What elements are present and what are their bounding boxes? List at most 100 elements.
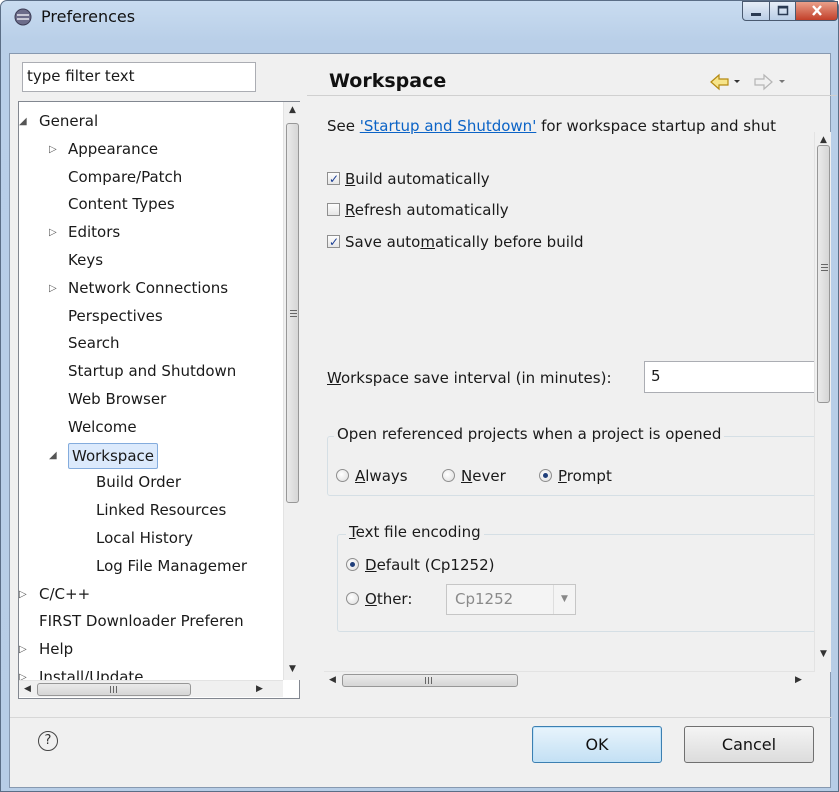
label-rest: ext file encoding (355, 523, 481, 541)
close-button[interactable] (796, 1, 838, 21)
label-mnemonic: O (365, 590, 377, 608)
label-rest: rompt (566, 467, 612, 485)
radio-prompt[interactable]: Prompt (539, 466, 612, 486)
dialog-client-area: type filter text ◢ General ▷ Appearance Comp… (9, 53, 837, 788)
window-title: Preferences (41, 7, 136, 26)
title-bar[interactable]: Preferences (1, 1, 838, 53)
ok-button[interactable]: OK (532, 726, 662, 763)
tree-item-build-order[interactable]: Build Order (19, 469, 283, 496)
tree-item-startup-and-shutdown[interactable]: Startup and Shutdown (19, 358, 283, 385)
expand-triangle-icon[interactable]: ◢ (49, 442, 61, 469)
radio-selected-icon (539, 469, 552, 482)
preferences-window: Preferences type filter text ◢ General ▷ Ap… (0, 0, 839, 792)
label-rest: orkspace save interval (in minutes): (340, 369, 612, 387)
back-arrow-icon[interactable] (708, 72, 744, 92)
filter-placeholder: type filter text (27, 67, 135, 85)
header-separator (307, 95, 837, 96)
tree-item-c-c[interactable]: ▷ C/C++ (19, 581, 283, 608)
scroll-down-arrow-icon[interactable]: ▼ (284, 661, 301, 678)
page-hscroll-thumb[interactable] (342, 674, 518, 687)
forward-arrow-icon[interactable] (753, 72, 789, 92)
scroll-up-arrow-icon[interactable]: ▲ (284, 102, 301, 119)
scroll-right-arrow-icon[interactable]: ▶ (251, 681, 268, 698)
collapse-triangle-icon[interactable]: ▷ (19, 581, 31, 608)
grip-icon (821, 264, 828, 271)
tree-item-workspace[interactable]: ◢ Workspace (19, 442, 283, 469)
page-vertical-scrollbar[interactable]: ▲ ▼ (814, 132, 831, 672)
tree-item-label: Keys (68, 251, 104, 269)
cancel-button[interactable]: Cancel (684, 726, 814, 763)
tree-item-label: Build Order (96, 473, 182, 492)
tree-item-perspectives[interactable]: Perspectives (19, 303, 283, 330)
label-rest: lways (365, 467, 408, 485)
tree-item-label: Editors (68, 223, 121, 242)
scroll-left-arrow-icon[interactable]: ◀ (19, 681, 36, 698)
radio-encoding-other[interactable]: Other: (346, 589, 412, 609)
eclipse-app-icon (14, 8, 32, 26)
tree-hscroll-thumb[interactable] (37, 683, 191, 696)
label-mnemonic: P (558, 467, 567, 485)
help-icon[interactable]: ? (38, 731, 58, 751)
scroll-right-arrow-icon[interactable]: ▶ (790, 672, 807, 689)
tree-item-help[interactable]: ▷ Help (19, 636, 283, 663)
tree-item-label: FIRST Downloader Preferen (39, 612, 244, 631)
radio-always[interactable]: Always (336, 466, 408, 486)
tree-item-log-file-managemer[interactable]: Log File Managemer (19, 553, 283, 580)
tree-item-install-update[interactable]: ▷ Install/Update (19, 664, 283, 680)
tree-scroll-thumb[interactable] (286, 123, 299, 503)
tree-item-editors[interactable]: ▷ Editors (19, 219, 283, 246)
scroll-down-arrow-icon[interactable]: ▼ (815, 646, 832, 663)
collapse-triangle-icon[interactable]: ▷ (19, 636, 31, 663)
label-mnemonic: D (365, 556, 377, 574)
startup-shutdown-link[interactable]: 'Startup and Shutdown' (360, 117, 537, 135)
tree-item-label: Perspectives (68, 306, 163, 325)
collapse-triangle-icon[interactable]: ▷ (19, 664, 31, 680)
label-post: efresh automatically (354, 201, 509, 219)
page-scroll-thumb[interactable] (817, 145, 830, 403)
intro-text: See 'Startup and Shutdown' for workspace… (327, 117, 776, 135)
radio-selected-icon (346, 558, 359, 571)
tree-item-label: Web Browser (68, 390, 167, 408)
collapse-triangle-icon[interactable]: ▷ (49, 219, 61, 246)
collapse-triangle-icon[interactable]: ▷ (49, 275, 61, 302)
tree-item-compare-patch[interactable]: Compare/Patch (19, 164, 283, 191)
encoding-other-combo[interactable]: Cp1252 ▼ (446, 584, 576, 615)
tree-item-label: Welcome (68, 417, 137, 436)
grip-icon (425, 677, 432, 684)
label-mnemonic: R (345, 201, 355, 219)
page-content: See 'Startup and Shutdown' for workspace… (307, 97, 821, 688)
build-automatically-checkbox[interactable]: Build automatically (327, 169, 490, 189)
tree-item-first-downloader-preferen[interactable]: FIRST Downloader Preferen (19, 608, 283, 635)
tree-item-keys[interactable]: Keys (19, 247, 283, 274)
tree-item-linked-resources[interactable]: Linked Resources (19, 497, 283, 524)
tree-item-network-connections[interactable]: ▷ Network Connections (19, 275, 283, 302)
text-file-encoding-group: Text file encoding (337, 523, 821, 632)
save-automatically-checkbox[interactable]: Save automatically before build (327, 232, 584, 252)
radio-never[interactable]: Never (442, 466, 506, 486)
scroll-left-arrow-icon[interactable]: ◀ (324, 672, 341, 689)
refresh-automatically-checkbox[interactable]: Refresh automatically (327, 200, 509, 220)
tree-item-general[interactable]: ◢ General (19, 108, 283, 135)
group-label: Text file encoding (346, 523, 484, 541)
tree-item-search[interactable]: Search (19, 330, 283, 357)
tree-horizontal-scrollbar[interactable]: ◀ ▶ (19, 680, 283, 697)
label-mnemonic: B (345, 170, 356, 188)
minimize-button[interactable] (742, 1, 770, 21)
chevron-down-icon[interactable]: ▼ (553, 585, 575, 614)
preference-tree: ◢ General ▷ Appearance Compare/Patch Content … (18, 101, 300, 699)
filter-input[interactable]: type filter text (22, 62, 256, 92)
expand-triangle-icon[interactable]: ◢ (19, 108, 31, 135)
tree-item-welcome[interactable]: Welcome (19, 414, 283, 441)
collapse-triangle-icon[interactable]: ▷ (49, 136, 61, 163)
tree-item-local-history[interactable]: Local History (19, 525, 283, 552)
tree-item-web-browser[interactable]: Web Browser (19, 386, 283, 413)
tree-item-appearance[interactable]: ▷ Appearance (19, 136, 283, 163)
tree-item-label: Startup and Shutdown (68, 362, 237, 381)
maximize-button[interactable] (770, 1, 796, 21)
tree-vertical-scrollbar[interactable]: ▲ ▼ (283, 102, 300, 680)
tree-item-content-types[interactable]: Content Types (19, 191, 283, 218)
label-post: atically before build (434, 233, 584, 251)
radio-encoding-default[interactable]: Default (Cp1252) (346, 555, 494, 575)
save-interval-input[interactable]: 5 (644, 361, 821, 393)
page-horizontal-scrollbar[interactable]: ◀ ▶ (324, 671, 814, 688)
